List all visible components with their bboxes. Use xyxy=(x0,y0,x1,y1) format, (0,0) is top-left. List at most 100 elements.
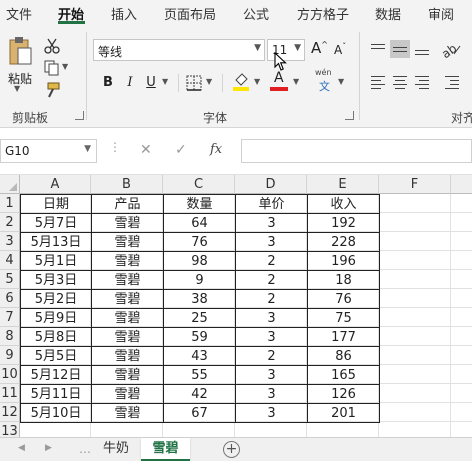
table-cell[interactable]: 5月5日 xyxy=(20,346,92,366)
tab-formulas[interactable]: 公式 xyxy=(243,4,269,23)
column-header-c[interactable]: C xyxy=(163,175,235,194)
row-header[interactable]: 8 xyxy=(0,327,20,346)
table-cell[interactable]: 42 xyxy=(163,384,236,404)
fill-color-dropdown-icon[interactable]: ▼ xyxy=(254,77,260,86)
text-orientation-icon[interactable]: ab xyxy=(440,40,462,60)
bold-button[interactable]: B xyxy=(101,73,115,93)
header-cell[interactable]: 数量 xyxy=(163,194,236,214)
font-dialog-launcher-icon[interactable] xyxy=(345,111,354,120)
row-header[interactable]: 7 xyxy=(0,308,20,327)
table-cell[interactable]: 76 xyxy=(307,289,380,309)
table-cell[interactable]: 5月3日 xyxy=(20,270,92,290)
tab-page-layout[interactable]: 页面布局 xyxy=(164,4,216,23)
tab-review[interactable]: 审阅 xyxy=(428,4,454,23)
table-cell[interactable]: 5月7日 xyxy=(20,213,92,233)
header-cell[interactable]: 收入 xyxy=(307,194,380,214)
cancel-icon[interactable]: ✕ xyxy=(140,142,152,158)
underline-dropdown-icon[interactable]: ▼ xyxy=(162,77,168,86)
row-header[interactable]: 13 xyxy=(0,422,20,437)
phonetic-guide-button[interactable]: wén 文 xyxy=(313,68,337,94)
formula-input[interactable] xyxy=(241,139,472,163)
table-cell[interactable]: 165 xyxy=(307,365,380,385)
italic-button[interactable]: I xyxy=(123,73,137,93)
select-all-corner[interactable] xyxy=(0,175,20,194)
align-top-icon[interactable] xyxy=(368,40,388,58)
table-cell[interactable]: 2 xyxy=(235,346,308,366)
border-icon[interactable] xyxy=(186,75,202,91)
resize-handle-icon[interactable]: ⋮ xyxy=(109,140,121,154)
row-header[interactable]: 2 xyxy=(0,213,20,232)
row-header[interactable]: 6 xyxy=(0,289,20,308)
table-cell[interactable]: 雪碧 xyxy=(91,251,164,271)
table-cell[interactable]: 64 xyxy=(163,213,236,233)
row-header[interactable]: 10 xyxy=(0,365,20,384)
column-header-partial[interactable] xyxy=(451,175,472,194)
table-cell[interactable]: 67 xyxy=(163,403,236,423)
decrease-font-size-button[interactable]: Aˇ xyxy=(334,42,346,57)
table-cell[interactable]: 3 xyxy=(235,327,308,347)
table-cell[interactable]: 55 xyxy=(163,365,236,385)
header-cell[interactable]: 单价 xyxy=(235,194,308,214)
table-cell[interactable]: 5月13日 xyxy=(20,232,92,252)
table-cell[interactable]: 3 xyxy=(235,365,308,385)
table-cell[interactable]: 2 xyxy=(235,289,308,309)
table-cell[interactable]: 3 xyxy=(235,384,308,404)
table-cell[interactable]: 126 xyxy=(307,384,380,404)
column-header-d[interactable]: D xyxy=(235,175,307,194)
table-cell[interactable]: 雪碧 xyxy=(91,213,164,233)
tab-fangfang[interactable]: 方方格子 xyxy=(297,4,349,23)
align-middle-icon[interactable] xyxy=(390,40,410,58)
more-sheets-icon[interactable]: … xyxy=(79,442,91,456)
table-cell[interactable]: 201 xyxy=(307,403,380,423)
column-header-a[interactable]: A xyxy=(20,175,91,194)
paste-icon[interactable] xyxy=(8,36,32,66)
row-header[interactable]: 3 xyxy=(0,232,20,251)
table-cell[interactable]: 59 xyxy=(163,327,236,347)
increase-font-size-button[interactable]: A^ xyxy=(311,39,328,57)
table-cell[interactable]: 228 xyxy=(307,232,380,252)
font-color-dropdown-icon[interactable]: ▼ xyxy=(293,77,299,86)
table-cell[interactable]: 98 xyxy=(163,251,236,271)
sheet-tab-milk[interactable]: 牛奶 xyxy=(91,438,141,461)
format-painter-icon[interactable] xyxy=(42,81,62,99)
table-cell[interactable]: 3 xyxy=(235,403,308,423)
enter-icon[interactable]: ✓ xyxy=(175,142,187,158)
table-cell[interactable]: 3 xyxy=(235,232,308,252)
table-cell[interactable]: 38 xyxy=(163,289,236,309)
add-sheet-button[interactable]: + xyxy=(223,441,240,458)
tab-data[interactable]: 数据 xyxy=(375,4,401,23)
table-cell[interactable]: 5月8日 xyxy=(20,327,92,347)
table-cell[interactable]: 雪碧 xyxy=(91,346,164,366)
table-cell[interactable]: 雪碧 xyxy=(91,308,164,328)
fill-color-icon[interactable] xyxy=(232,72,250,92)
font-name-select[interactable]: 等线 ▼ xyxy=(93,39,265,61)
table-cell[interactable]: 3 xyxy=(235,308,308,328)
align-bottom-icon[interactable] xyxy=(412,40,432,58)
table-cell[interactable]: 雪碧 xyxy=(91,327,164,347)
table-cell[interactable]: 9 xyxy=(163,270,236,290)
tab-file[interactable]: 文件 xyxy=(6,4,32,23)
scroll-left-icon[interactable]: ◀ xyxy=(18,443,25,453)
header-cell[interactable]: 日期 xyxy=(20,194,92,214)
column-header-e[interactable]: E xyxy=(307,175,379,194)
paste-dropdown-icon[interactable]: ▼ xyxy=(14,84,20,93)
indent-icon[interactable] xyxy=(442,72,462,90)
row-header[interactable]: 4 xyxy=(0,251,20,270)
name-box[interactable]: G10 ▼ xyxy=(0,139,97,163)
table-cell[interactable]: 196 xyxy=(307,251,380,271)
phonetic-dropdown-icon[interactable]: ▼ xyxy=(338,77,344,86)
table-cell[interactable]: 5月11日 xyxy=(20,384,92,404)
table-cell[interactable]: 5月2日 xyxy=(20,289,92,309)
table-cell[interactable]: 雪碧 xyxy=(91,365,164,385)
table-cell[interactable]: 雪碧 xyxy=(91,270,164,290)
header-cell[interactable]: 产品 xyxy=(91,194,164,214)
insert-function-button[interactable]: fx xyxy=(210,142,222,157)
row-header[interactable]: 5 xyxy=(0,270,20,289)
align-right-icon[interactable] xyxy=(412,72,432,90)
font-color-button[interactable]: A xyxy=(270,70,288,92)
table-cell[interactable]: 2 xyxy=(235,251,308,271)
row-header[interactable]: 9 xyxy=(0,346,20,365)
table-cell[interactable]: 43 xyxy=(163,346,236,366)
table-cell[interactable]: 雪碧 xyxy=(91,289,164,309)
row-header[interactable]: 1 xyxy=(0,194,20,213)
